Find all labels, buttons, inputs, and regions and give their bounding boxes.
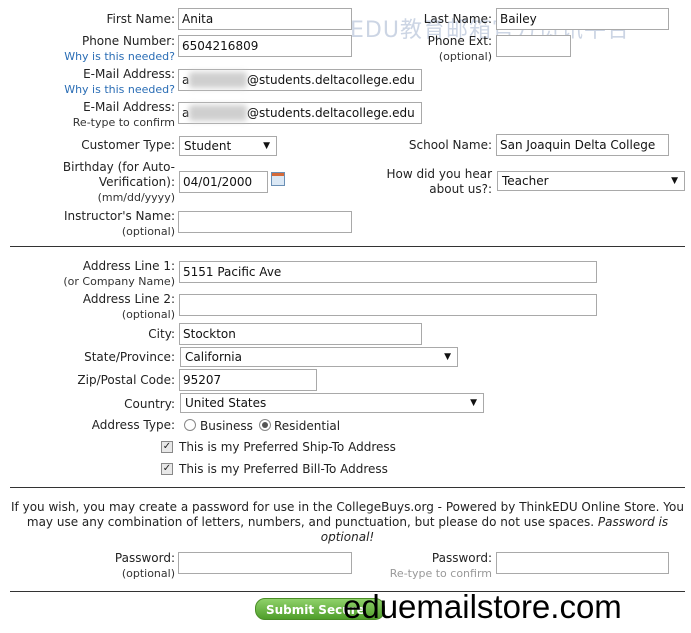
address-line2-input[interactable] — [179, 294, 597, 316]
address-line1-label-group: Address Line 1: (or Company Name) — [40, 259, 175, 289]
country-select[interactable]: United States ▼ — [180, 393, 484, 413]
birthday-label-line2: Verification): — [98, 175, 175, 189]
customer-type-label: Customer Type: — [81, 138, 175, 152]
customer-type-value: Student — [184, 139, 232, 153]
zip-input[interactable] — [179, 369, 317, 391]
email-confirm-label: E-Mail Address: — [83, 100, 175, 114]
password-confirm-label: Password: — [431, 551, 492, 565]
password-info-line3: optional! — [10, 530, 685, 545]
email-label-group: E-Mail Address: Why is this needed? — [40, 67, 175, 97]
email-domain: @students.deltacollege.edu — [247, 73, 415, 87]
last-name-label: Last Name: — [423, 12, 492, 26]
school-name-label: School Name: — [408, 138, 492, 152]
password-confirm-input[interactable] — [496, 552, 669, 574]
hear-about-select[interactable]: Teacher ▼ — [497, 171, 685, 191]
address-type-residential-label: Residential — [274, 419, 341, 433]
password-input[interactable] — [178, 552, 352, 574]
hear-about-value: Teacher — [502, 174, 549, 188]
phone-label-group: Phone Number: Why is this needed? — [40, 34, 175, 64]
preferred-ship-label: This is my Preferred Ship-To Address — [179, 440, 396, 454]
zip-label: Zip/Postal Code: — [77, 373, 175, 387]
password-confirm-label-group: Password: Re-type to confirm — [360, 551, 492, 581]
phone-label: Phone Number: — [81, 34, 175, 48]
city-label: City: — [148, 327, 175, 341]
address-type-business-label: Business — [200, 419, 253, 433]
state-label: State/Province: — [84, 350, 175, 364]
preferred-bill-label: This is my Preferred Bill-To Address — [179, 462, 388, 476]
state-value: California — [185, 350, 242, 364]
instructor-optional: (optional) — [121, 225, 175, 238]
section-divider — [10, 246, 685, 247]
country-label: Country: — [124, 397, 175, 411]
phone-why-needed-link[interactable]: Why is this needed? — [40, 49, 175, 64]
redacted-blur — [189, 72, 247, 88]
address-line1-sub: (or Company Name) — [63, 275, 175, 288]
phone-input[interactable] — [178, 35, 352, 57]
first-name-input[interactable] — [178, 8, 352, 30]
email-confirm-domain: @students.deltacollege.edu — [247, 106, 415, 120]
address-line2-label: Address Line 2: — [82, 292, 175, 306]
birthday-format: (mm/dd/yyyy) — [97, 191, 175, 204]
state-select[interactable]: California ▼ — [180, 347, 458, 367]
chevron-down-icon: ▼ — [263, 141, 270, 151]
hear-about-label-group: How did you hear about us?: — [350, 167, 492, 197]
instructor-input[interactable] — [178, 211, 352, 233]
customer-type-select[interactable]: Student ▼ — [179, 136, 277, 156]
chevron-down-icon: ▼ — [444, 352, 451, 362]
phone-ext-label-group: Phone Ext: (optional) — [380, 34, 492, 64]
hear-about-label-line1: How did you hear — [386, 167, 492, 181]
password-label: Password: — [114, 551, 175, 565]
address-line1-label: Address Line 1: — [82, 259, 175, 273]
email-label: E-Mail Address: — [83, 67, 175, 81]
redacted-blur — [189, 105, 247, 121]
country-value: United States — [185, 396, 267, 410]
calendar-icon[interactable] — [271, 172, 285, 186]
address-line2-optional: (optional) — [121, 308, 175, 321]
hear-about-label-line2: about us?: — [429, 182, 492, 196]
birthday-label-line1: Birthday (for Auto- — [62, 160, 175, 174]
chevron-down-icon: ▼ — [671, 176, 678, 186]
birthday-input[interactable] — [179, 171, 268, 193]
phone-ext-input[interactable] — [496, 35, 571, 57]
password-label-group: Password: (optional) — [40, 551, 175, 581]
password-info-line2-italic: Password is — [597, 515, 669, 529]
address-type-business-radio[interactable] — [184, 419, 196, 431]
password-optional-note: optional! — [320, 530, 375, 544]
password-info: If you wish, you may create a password f… — [10, 500, 685, 545]
password-confirm-sub: Re-type to confirm — [389, 567, 492, 580]
preferred-bill-checkbox[interactable]: ✓ — [161, 463, 173, 475]
phone-ext-optional: (optional) — [438, 50, 492, 63]
chevron-down-icon: ▼ — [470, 398, 477, 408]
password-info-line2: may use any combination of letters, numb… — [10, 515, 685, 530]
section-divider — [10, 487, 685, 488]
last-name-input[interactable] — [496, 8, 669, 30]
school-name-input[interactable] — [496, 134, 669, 156]
instructor-label-group: Instructor's Name: (optional) — [40, 209, 175, 239]
preferred-ship-checkbox[interactable]: ✓ — [161, 441, 173, 453]
first-name-label: First Name: — [106, 12, 175, 26]
address-type-label: Address Type: — [91, 418, 175, 432]
birthday-label-group: Birthday (for Auto- Verification): (mm/d… — [40, 160, 175, 205]
email-confirm-sub: Re-type to confirm — [72, 116, 175, 129]
email-input[interactable]: a @students.deltacollege.edu — [178, 69, 422, 91]
watermark-bottom: eduemailstore.com — [343, 588, 622, 625]
city-input[interactable] — [179, 323, 422, 345]
password-optional: (optional) — [121, 567, 175, 580]
phone-ext-label: Phone Ext: — [427, 34, 492, 48]
password-info-line1: If you wish, you may create a password f… — [11, 500, 684, 514]
password-info-line2-text: may use any combination of letters, numb… — [26, 515, 595, 529]
address-line2-label-group: Address Line 2: (optional) — [40, 292, 175, 322]
address-type-residential-radio[interactable] — [259, 419, 271, 431]
instructor-label: Instructor's Name: — [63, 209, 175, 223]
email-confirm-label-group: E-Mail Address: Re-type to confirm — [40, 100, 175, 130]
address-line1-input[interactable] — [179, 261, 597, 283]
email-confirm-input[interactable]: a @students.deltacollege.edu — [178, 102, 422, 124]
email-why-needed-link[interactable]: Why is this needed? — [40, 82, 175, 97]
